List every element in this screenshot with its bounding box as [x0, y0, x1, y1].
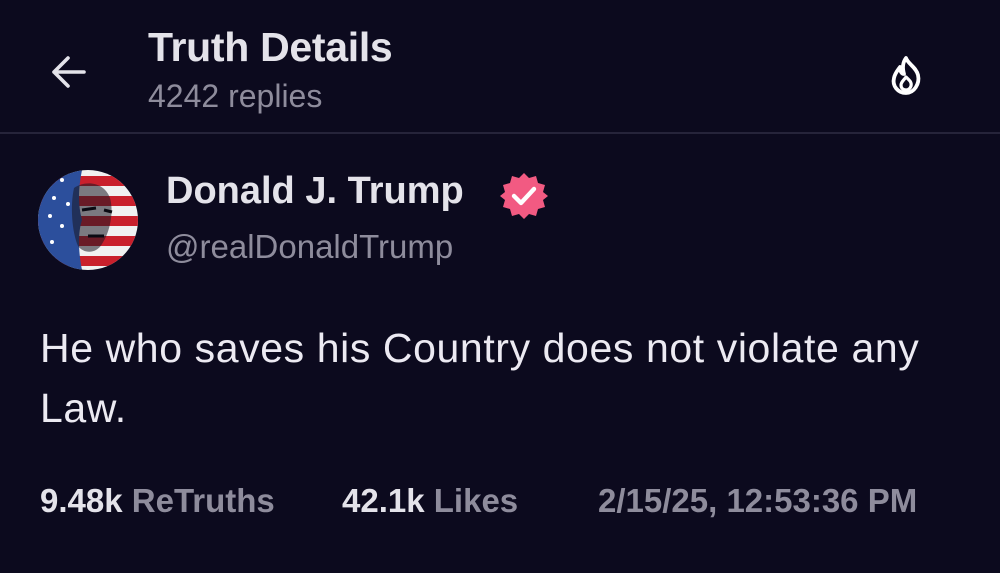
likes-label: Likes [433, 482, 519, 519]
verified-badge-icon [500, 173, 548, 219]
retruths-stat[interactable]: 9.48k ReTruths [40, 482, 275, 520]
page-title: Truth Details [148, 24, 393, 70]
arrow-left-icon [52, 56, 86, 88]
avatar[interactable] [38, 170, 138, 270]
likes-stat[interactable]: 42.1k Likes [342, 482, 518, 520]
replies-count: 4242 replies [148, 78, 323, 114]
post-body: He who saves his Country does not violat… [40, 325, 920, 431]
author-name[interactable]: Donald J. Trump [166, 170, 464, 213]
author-handle[interactable]: @realDonaldTrump [166, 228, 453, 266]
likes-count: 42.1k [342, 482, 425, 519]
retruths-label: ReTruths [131, 482, 275, 519]
back-button[interactable] [40, 44, 96, 100]
retruths-count: 9.48k [40, 482, 123, 519]
fire-button[interactable] [878, 48, 934, 104]
post-timestamp: 2/15/25, 12:53:36 PM [598, 482, 918, 519]
top-bar: Truth Details 4242 replies [0, 0, 1000, 134]
fire-icon [891, 56, 921, 95]
avatar-image [38, 170, 138, 270]
